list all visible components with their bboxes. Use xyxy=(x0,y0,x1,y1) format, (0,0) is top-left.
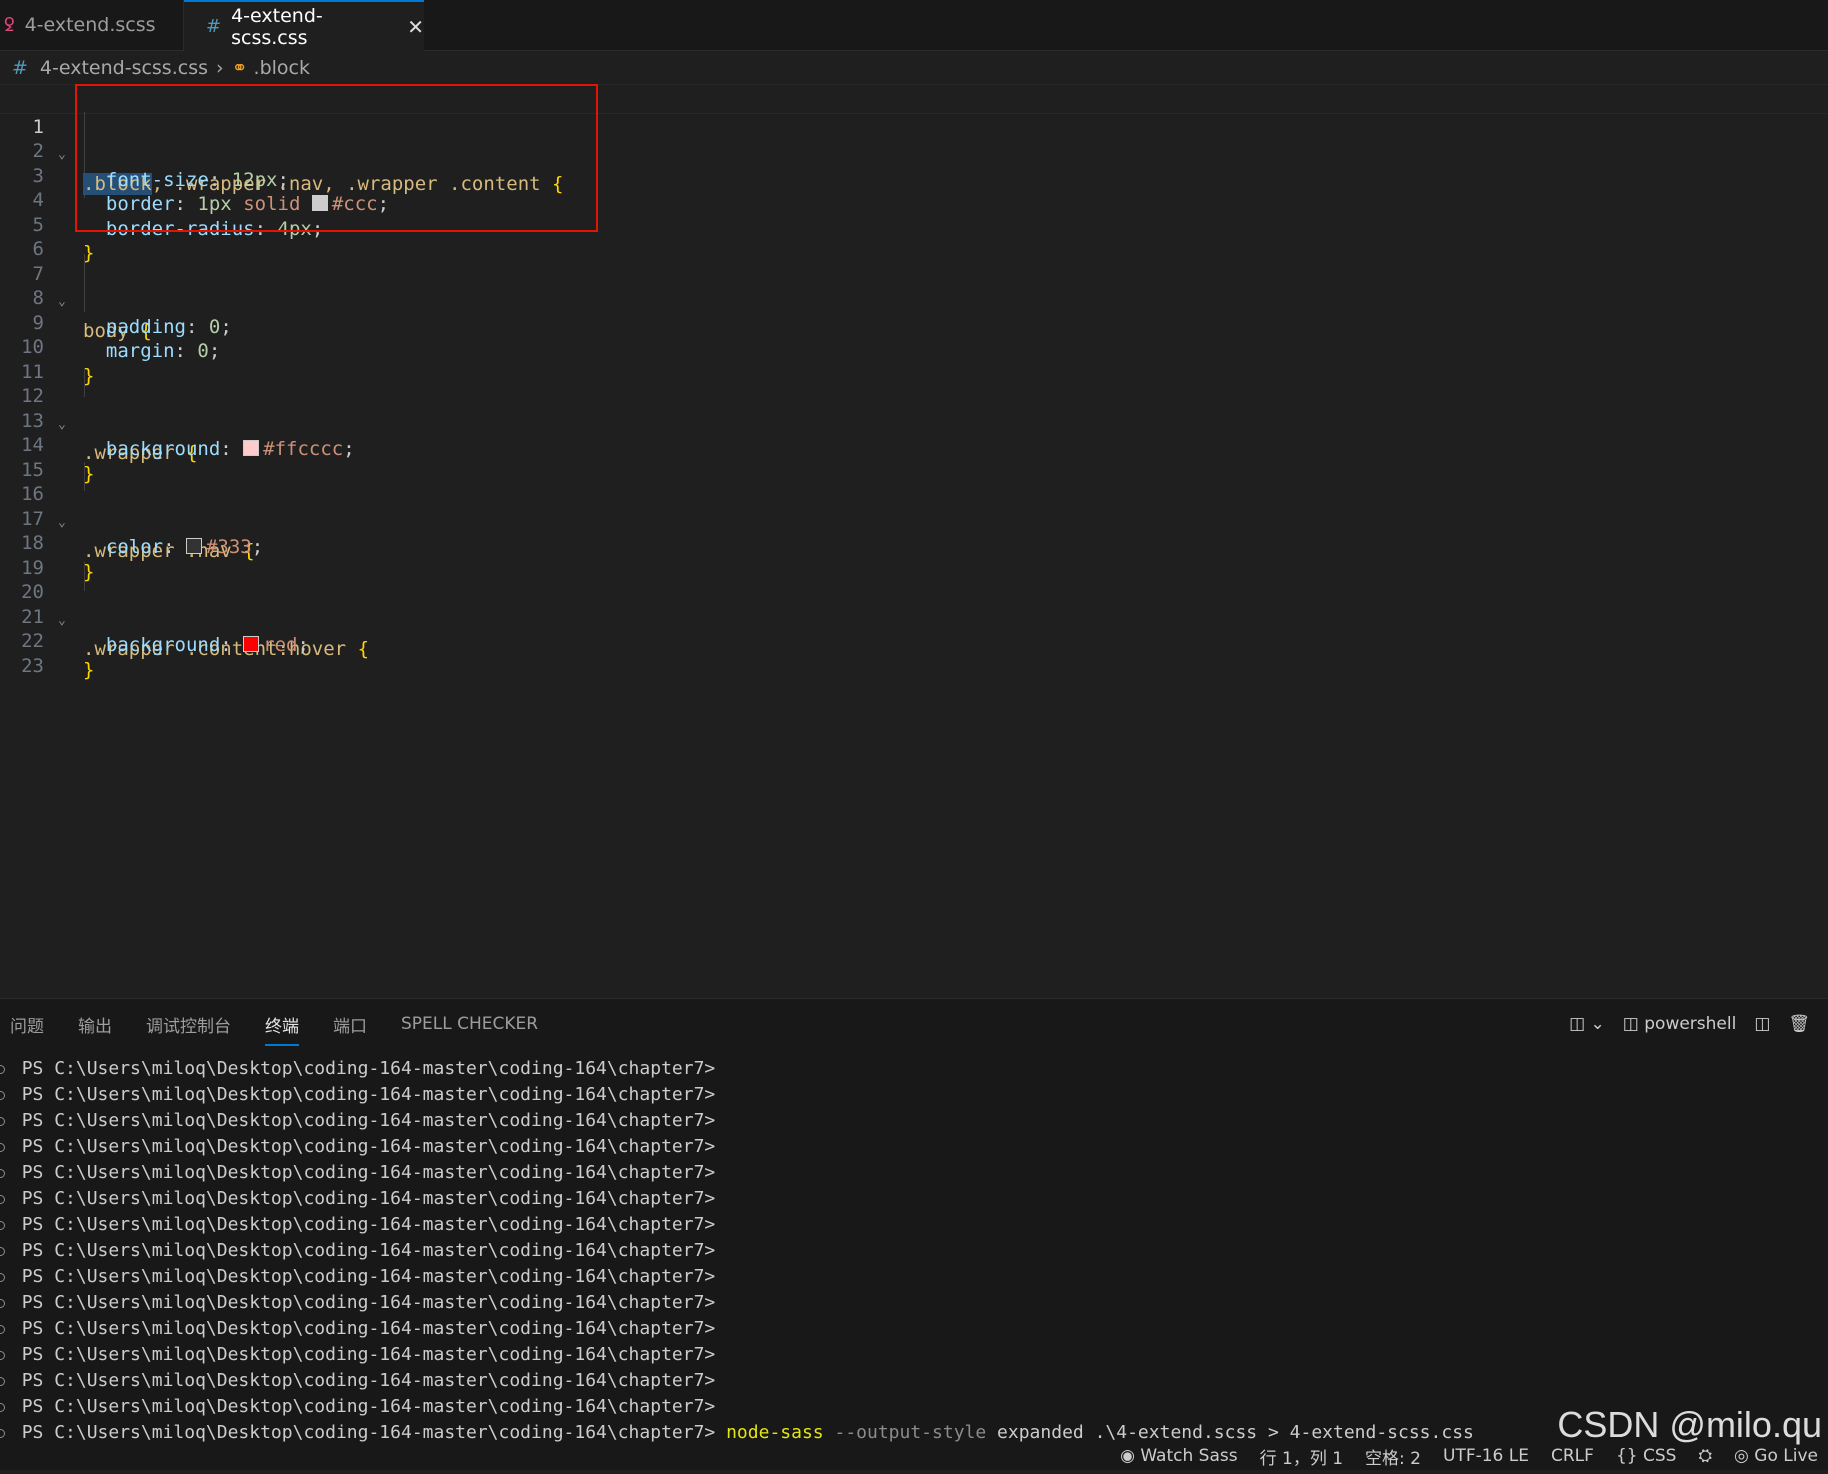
prompt: PS C:\Users\miloq\Desktop\coding-164-mas… xyxy=(21,1370,716,1391)
status-dot-icon xyxy=(0,1221,5,1230)
line-number: 23 xyxy=(21,654,44,677)
close-icon[interactable]: ✕ xyxy=(407,15,424,39)
prompt: PS C:\Users\miloq\Desktop\coding-164-mas… xyxy=(21,1292,716,1313)
status-dot-icon xyxy=(0,1351,5,1360)
prompt: PS C:\Users\miloq\Desktop\coding-164-mas… xyxy=(21,1422,716,1443)
tab-spell-checker[interactable]: SPELL CHECKER xyxy=(401,1014,538,1034)
chevron-right-icon: › xyxy=(216,57,224,79)
prompt: PS C:\Users\miloq\Desktop\coding-164-mas… xyxy=(21,1188,716,1209)
terminal-line: PS C:\Users\miloq\Desktop\coding-164-mas… xyxy=(0,1082,1474,1108)
split-terminal-dropdown-icon[interactable]: ◫ ⌄ xyxy=(1569,1014,1605,1034)
command-flag: --output-style xyxy=(834,1422,987,1443)
terminal-line: PS C:\Users\miloq\Desktop\coding-164-mas… xyxy=(0,1368,1474,1394)
tab-label: 4-extend-scss.css xyxy=(231,4,323,49)
status-dot-icon xyxy=(0,1403,5,1412)
go-live-button[interactable]: ◎ Go Live xyxy=(1734,1446,1818,1466)
terminal-line: PS C:\Users\miloq\Desktop\coding-164-mas… xyxy=(0,1160,1474,1186)
prompt: PS C:\Users\miloq\Desktop\coding-164-mas… xyxy=(21,1344,716,1365)
command-args: expanded .\4-extend.scss > 4-extend-scss… xyxy=(997,1422,1474,1443)
annotation-box xyxy=(75,84,598,232)
terminal-line: PS C:\Users\miloq\Desktop\coding-164-mas… xyxy=(0,1212,1474,1238)
panel-tabs: 问题 输出 调试控制台 终端 端口 SPELL CHECKER xyxy=(0,999,562,1049)
tab-4-extend-scss-css[interactable]: # 4-extend-scss.css ✕ xyxy=(184,0,424,51)
language-mode[interactable]: {} CSS xyxy=(1616,1446,1677,1466)
breadcrumb-file[interactable]: 4-extend-scss.css xyxy=(40,57,208,79)
status-dot-icon xyxy=(0,1143,5,1152)
indentation[interactable]: 空格: 2 xyxy=(1365,1444,1421,1469)
status-dot-icon xyxy=(0,1429,5,1438)
prompt: PS C:\Users\miloq\Desktop\coding-164-mas… xyxy=(21,1240,716,1261)
tab-label: 4-extend.scss xyxy=(24,14,156,36)
status-dot-icon xyxy=(0,1325,5,1334)
tab-terminal[interactable]: 终端 xyxy=(265,1012,299,1046)
status-dot-icon xyxy=(0,1117,5,1126)
prompt: PS C:\Users\miloq\Desktop\coding-164-mas… xyxy=(21,1396,716,1417)
tab-problems[interactable]: 问题 xyxy=(10,1012,44,1037)
terminal[interactable]: PS C:\Users\miloq\Desktop\coding-164-mas… xyxy=(0,1056,1474,1472)
prompt: PS C:\Users\miloq\Desktop\coding-164-mas… xyxy=(21,1058,716,1079)
eye-icon: ◉ xyxy=(1120,1446,1141,1466)
terminal-line: PS C:\Users\miloq\Desktop\coding-164-mas… xyxy=(0,1186,1474,1212)
copilot-icon[interactable]: ⛭ xyxy=(1698,1446,1712,1466)
tab-4-extend-scss[interactable]: ꝿ 4-extend.scss xyxy=(0,0,184,50)
hash-icon: # xyxy=(12,57,28,79)
split-icon[interactable]: ◫ xyxy=(1754,1014,1770,1034)
status-dot-icon xyxy=(0,1169,5,1178)
editor-tab-bar: ꝿ 4-extend.scss # 4-extend-scss.css ✕ xyxy=(0,0,1828,51)
shell-label: powershell xyxy=(1644,1014,1737,1034)
go-live-label: Go Live xyxy=(1754,1446,1818,1466)
terminal-line: PS C:\Users\miloq\Desktop\coding-164-mas… xyxy=(0,1108,1474,1134)
prompt: PS C:\Users\miloq\Desktop\coding-164-mas… xyxy=(21,1110,716,1131)
status-dot-icon xyxy=(0,1247,5,1256)
sass-icon: ꝿ xyxy=(4,15,15,36)
terminal-line: PS C:\Users\miloq\Desktop\coding-164-mas… xyxy=(0,1134,1474,1160)
status-dot-icon xyxy=(0,1091,5,1100)
status-dot-icon xyxy=(0,1065,5,1074)
tab-output[interactable]: 输出 xyxy=(78,1012,112,1037)
status-dot-icon xyxy=(0,1299,5,1308)
status-dot-icon xyxy=(0,1195,5,1204)
tab-debug-console[interactable]: 调试控制台 xyxy=(146,1012,231,1037)
symbol-class-icon: ⚭ xyxy=(231,57,248,79)
terminal-line: PS C:\Users\miloq\Desktop\coding-164-mas… xyxy=(0,1238,1474,1264)
terminal-line: PS C:\Users\miloq\Desktop\coding-164-mas… xyxy=(0,1264,1474,1290)
breadcrumb-symbol[interactable]: .block xyxy=(254,57,310,79)
terminal-icon: ◫ xyxy=(1622,1014,1645,1034)
status-dot-icon xyxy=(0,1273,5,1282)
prompt: PS C:\Users\miloq\Desktop\coding-164-mas… xyxy=(21,1266,716,1287)
hash-icon: # xyxy=(206,16,222,37)
prompt: PS C:\Users\miloq\Desktop\coding-164-mas… xyxy=(21,1136,716,1157)
prompt: PS C:\Users\miloq\Desktop\coding-164-mas… xyxy=(21,1084,716,1105)
prompt: PS C:\Users\miloq\Desktop\coding-164-mas… xyxy=(21,1318,716,1339)
terminal-line: PS C:\Users\miloq\Desktop\coding-164-mas… xyxy=(0,1342,1474,1368)
code-line: 23 xyxy=(0,623,1828,677)
prompt: PS C:\Users\miloq\Desktop\coding-164-mas… xyxy=(21,1162,716,1183)
status-dot-icon xyxy=(0,1377,5,1386)
breadcrumb: # 4-extend-scss.css › ⚭ .block xyxy=(0,54,310,82)
encoding[interactable]: UTF-16 LE xyxy=(1443,1446,1529,1466)
brace-token: } xyxy=(83,658,95,681)
terminal-line: PS C:\Users\miloq\Desktop\coding-164-mas… xyxy=(0,1056,1474,1082)
status-bar: ◉ Watch Sass 行 1，列 1 空格: 2 UTF-16 LE CRL… xyxy=(0,1442,1828,1470)
trash-icon[interactable]: 🗑 xyxy=(1788,1014,1810,1034)
bottom-panel: 问题 输出 调试控制台 终端 端口 SPELL CHECKER ◫ ⌄ ◫ po… xyxy=(0,998,1828,1471)
command-bin: node-sass xyxy=(726,1422,824,1443)
terminal-instance[interactable]: ◫ powershell xyxy=(1623,1014,1737,1034)
terminal-line: PS C:\Users\miloq\Desktop\coding-164-mas… xyxy=(0,1290,1474,1316)
prompt: PS C:\Users\miloq\Desktop\coding-164-mas… xyxy=(21,1214,716,1235)
cursor-position[interactable]: 行 1，列 1 xyxy=(1260,1444,1343,1469)
watch-sass-button[interactable]: ◉ Watch Sass xyxy=(1120,1446,1238,1466)
terminal-line: PS C:\Users\miloq\Desktop\coding-164-mas… xyxy=(0,1316,1474,1342)
watch-sass-label: Watch Sass xyxy=(1140,1446,1238,1466)
braces-icon: {} xyxy=(1615,1446,1643,1466)
line-endings[interactable]: CRLF xyxy=(1551,1446,1594,1466)
broadcast-icon: ◎ xyxy=(1734,1446,1755,1466)
terminal-line: PS C:\Users\miloq\Desktop\coding-164-mas… xyxy=(0,1394,1474,1420)
language-label: CSS xyxy=(1642,1446,1677,1466)
watermark: CSDN @milo.qu xyxy=(1557,1404,1822,1445)
panel-actions: ◫ ⌄ ◫ powershell ◫ 🗑 xyxy=(1569,999,1828,1049)
tab-ports[interactable]: 端口 xyxy=(333,1012,367,1037)
